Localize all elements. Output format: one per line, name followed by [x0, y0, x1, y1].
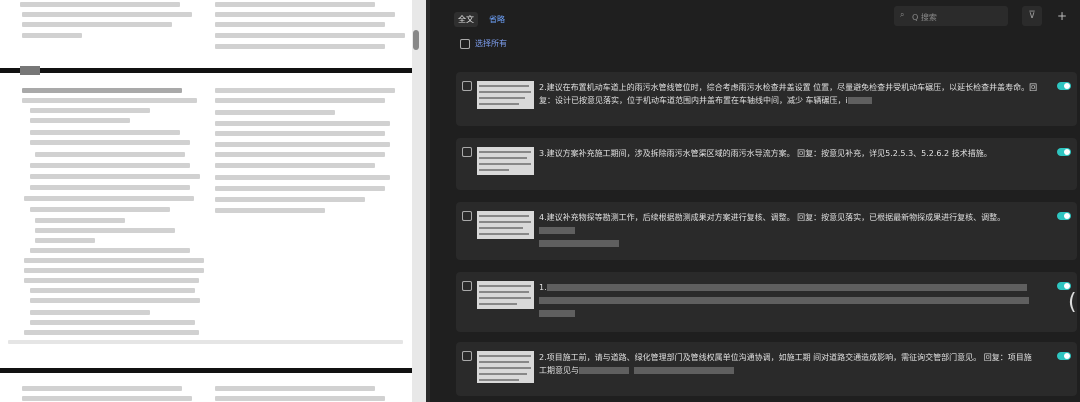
filter-button[interactable]: ⊽: [1022, 6, 1042, 26]
filter-icon: ⊽: [1028, 10, 1036, 21]
comment-toggle[interactable]: [1057, 82, 1071, 90]
add-button[interactable]: +: [1052, 6, 1072, 26]
scrollbar-thumb[interactable]: [413, 30, 419, 50]
comment-toggle[interactable]: [1057, 212, 1071, 220]
page-marker: [20, 66, 40, 75]
select-all-checkbox[interactable]: [460, 38, 470, 49]
comment-checkbox[interactable]: [462, 211, 472, 221]
comment-toggle[interactable]: [1057, 352, 1071, 360]
comment-text: 2.项目施工前，请与道路、绿化管理部门及管线权属单位沟通协调，如施工期 间对道路…: [539, 353, 1032, 375]
scrollbar-track[interactable]: [412, 0, 426, 402]
page-separator: [0, 68, 412, 73]
edge-glyph: (: [1068, 290, 1077, 315]
comment-checkbox[interactable]: [462, 281, 472, 291]
tab-full-text[interactable]: 全文: [454, 12, 478, 27]
comment-thumbnail: [477, 351, 534, 383]
comment-card[interactable]: 1.: [456, 272, 1077, 332]
comment-toggle[interactable]: [1057, 148, 1071, 156]
comment-text: 1.: [539, 281, 1039, 320]
tab-abbreviated[interactable]: 省略: [485, 12, 509, 27]
comment-checkbox[interactable]: [462, 351, 472, 361]
comment-checkbox[interactable]: [462, 81, 472, 91]
comment-thumbnail: [477, 211, 534, 239]
plus-icon: +: [1056, 9, 1068, 23]
comment-card[interactable]: 2.项目施工前，请与道路、绿化管理部门及管线权属单位沟通协调，如施工期 间对道路…: [456, 342, 1077, 396]
comment-thumbnail: [477, 281, 534, 309]
comment-checkbox[interactable]: [462, 147, 472, 157]
comment-thumbnail: [477, 147, 534, 175]
comment-card[interactable]: 4.建议补充物探等勘测工作，后续根据勘测成果对方案进行复核、调整。 回复：按意见…: [456, 202, 1077, 260]
document-preview[interactable]: [0, 0, 412, 402]
comment-toggle[interactable]: [1057, 282, 1071, 290]
select-all-label: 选择所有: [475, 39, 507, 48]
page-separator: [0, 368, 412, 373]
search-icon: ⌕: [900, 10, 905, 19]
comment-card[interactable]: 3.建议方案补充施工期间，涉及拆除雨污水管渠区域的雨污水导流方案。 回复：按意见…: [456, 138, 1077, 190]
comments-panel: 全文 省略 ⌕ ⊽ + 选择所有 2.建议在布置机动车道上的雨污水管线管位时，综…: [430, 0, 1080, 402]
select-all[interactable]: 选择所有: [460, 38, 507, 49]
comment-thumbnail: [477, 81, 534, 109]
comment-card[interactable]: 2.建议在布置机动车道上的雨污水管线管位时，综合考虑雨污水检查井盖设置 位置，尽…: [456, 72, 1077, 126]
comment-text: 4.建议补充物探等勘测工作，后续根据勘测成果对方案进行复核、调整。 回复：按意见…: [539, 211, 1039, 250]
search-input[interactable]: [910, 6, 1008, 28]
comment-text: 2.建议在布置机动车道上的雨污水管线管位时，综合考虑雨污水检查井盖设置 位置，尽…: [539, 83, 1038, 105]
search-box[interactable]: ⌕: [894, 6, 1008, 28]
comment-text: 3.建议方案补充施工期间，涉及拆除雨污水管渠区域的雨污水导流方案。 回复：按意见…: [539, 149, 992, 158]
